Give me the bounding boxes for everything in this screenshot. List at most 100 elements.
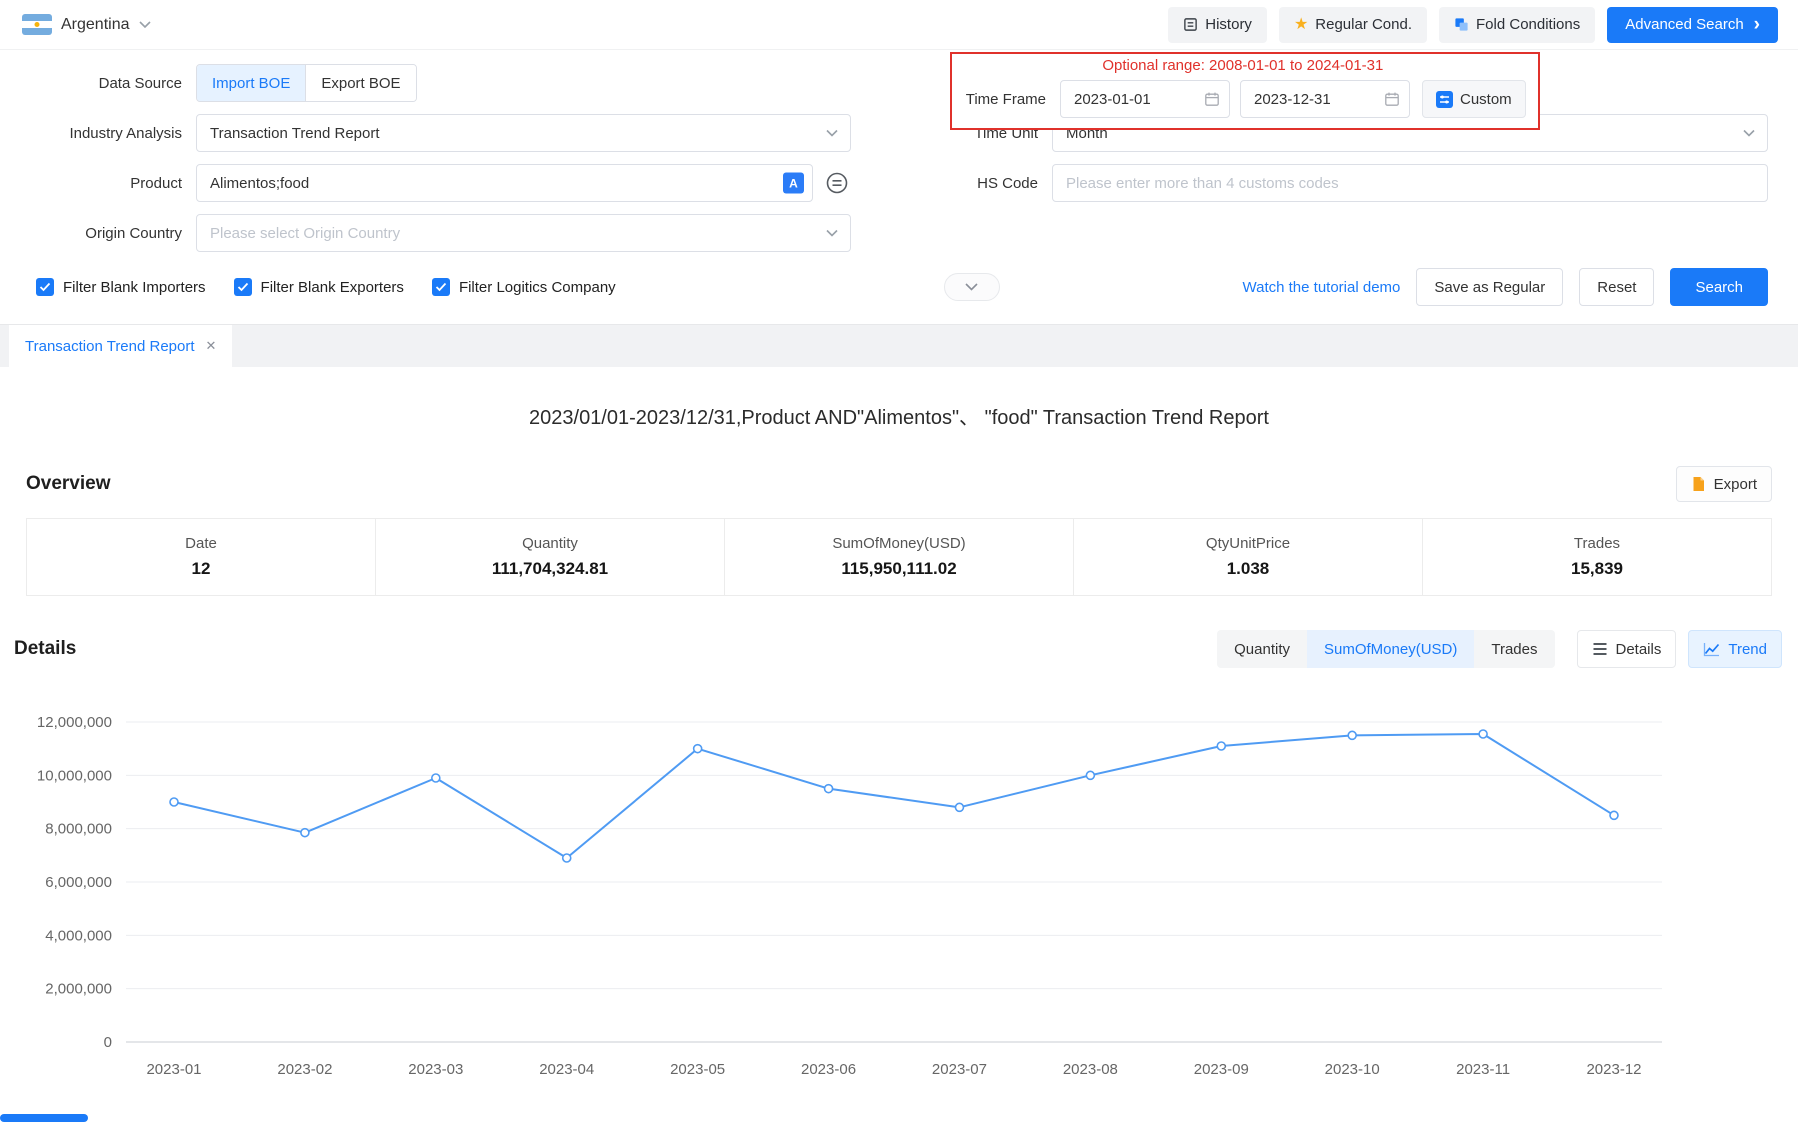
synonym-icon[interactable] (823, 169, 851, 197)
svg-text:8,000,000: 8,000,000 (45, 821, 112, 838)
svg-text:2023-06: 2023-06 (801, 1061, 856, 1078)
chevron-down-icon (826, 130, 838, 137)
end-date-field (1240, 80, 1410, 118)
stat-label: QtyUnitPrice (1206, 535, 1290, 552)
reset-button[interactable]: Reset (1579, 268, 1654, 306)
custom-icon (1436, 91, 1453, 108)
industry-analysis-label: Industry Analysis (0, 125, 196, 142)
star-icon: ★ (1294, 17, 1308, 33)
trend-icon (1703, 642, 1720, 657)
industry-analysis-value: Transaction Trend Report (210, 125, 380, 142)
fold-conditions-label: Fold Conditions (1476, 16, 1580, 33)
svg-text:0: 0 (104, 1034, 112, 1051)
metric-tabs: Quantity SumOfMoney(USD) Trades (1217, 630, 1554, 668)
import-boe-toggle[interactable]: Import BOE (197, 65, 305, 101)
report-tab-bar: Transaction Trend Report ✕ (0, 324, 1798, 367)
form-actions: Watch the tutorial demo Save as Regular … (1243, 268, 1768, 306)
history-button[interactable]: History (1168, 7, 1267, 43)
details-heading: Details (14, 638, 76, 660)
calendar-icon[interactable] (1384, 91, 1400, 107)
argentina-flag-icon (22, 14, 52, 35)
view-toggle-group: Details Trend (1577, 630, 1783, 668)
metric-tab-trades[interactable]: Trades (1474, 630, 1554, 668)
tab-transaction-trend-report[interactable]: Transaction Trend Report ✕ (9, 325, 232, 367)
svg-text:2023-03: 2023-03 (408, 1061, 463, 1078)
custom-label: Custom (1460, 91, 1512, 108)
country-selector[interactable]: Argentina (22, 14, 151, 35)
expand-conditions-button[interactable] (944, 273, 1000, 301)
filter-logistics-company-checkbox[interactable]: Filter Logitics Company (432, 278, 616, 296)
svg-text:10,000,000: 10,000,000 (37, 767, 112, 784)
stat-label: Quantity (522, 535, 578, 552)
metric-tab-sum-of-money[interactable]: SumOfMoney(USD) (1307, 630, 1474, 668)
advanced-search-button[interactable]: Advanced Search › (1607, 7, 1778, 43)
search-button[interactable]: Search (1670, 268, 1768, 306)
product-input[interactable] (196, 164, 813, 202)
translate-icon[interactable]: A (783, 173, 804, 194)
filter-blank-importers-checkbox[interactable]: Filter Blank Importers (36, 278, 206, 296)
regular-cond-label: Regular Cond. (1315, 16, 1412, 33)
metric-tab-quantity[interactable]: Quantity (1217, 630, 1307, 668)
search-filter-form: Optional range: 2008-01-01 to 2024-01-31… (0, 50, 1798, 324)
data-source-toggle: Import BOE Export BOE (196, 64, 417, 102)
stat-label: SumOfMoney(USD) (832, 535, 965, 552)
export-button[interactable]: Export (1676, 466, 1772, 502)
chevron-right-icon: › (1754, 15, 1760, 34)
tutorial-link[interactable]: Watch the tutorial demo (1243, 279, 1401, 296)
svg-text:2023-09: 2023-09 (1194, 1061, 1249, 1078)
trend-view-button[interactable]: Trend (1688, 630, 1782, 668)
fold-conditions-icon (1454, 17, 1469, 32)
export-icon (1691, 476, 1706, 492)
advanced-search-label: Advanced Search (1625, 16, 1743, 33)
stat-value: 115,950,111.02 (841, 559, 956, 579)
details-view-label: Details (1616, 641, 1662, 658)
regular-cond-button[interactable]: ★ Regular Cond. (1279, 7, 1427, 43)
checkbox-checked-icon (432, 278, 450, 296)
filter-blank-exporters-checkbox[interactable]: Filter Blank Exporters (234, 278, 404, 296)
details-view-button[interactable]: Details (1577, 630, 1677, 668)
horizontal-scrollbar-thumb[interactable] (0, 1114, 88, 1122)
hs-code-label: HS Code (952, 175, 1052, 192)
stat-value: 1.038 (1227, 559, 1270, 579)
calendar-icon[interactable] (1204, 91, 1220, 107)
chevron-down-icon (826, 230, 838, 237)
optional-range-text: Optional range: 2008-01-01 to 2024-01-31 (960, 57, 1526, 74)
checkbox-checked-icon (234, 278, 252, 296)
origin-country-select[interactable]: Please select Origin Country (196, 214, 851, 252)
start-date-field (1060, 80, 1230, 118)
hs-code-input[interactable] (1052, 164, 1768, 202)
chevron-down-icon (139, 21, 151, 28)
custom-range-button[interactable]: Custom (1422, 80, 1526, 118)
fold-conditions-button[interactable]: Fold Conditions (1439, 7, 1595, 43)
overview-heading: Overview (26, 473, 111, 495)
chevron-down-icon (1743, 130, 1755, 137)
svg-text:4,000,000: 4,000,000 (45, 927, 112, 944)
trend-chart: 02,000,0004,000,0006,000,0008,000,00010,… (0, 694, 1798, 1096)
stat-qty-unit-price: QtyUnitPrice 1.038 (1073, 519, 1422, 595)
stat-value: 111,704,324.81 (492, 559, 608, 579)
overview-stats-bar: Date 12 Quantity 111,704,324.81 SumOfMon… (26, 518, 1772, 596)
overview-header-row: Overview Export (0, 466, 1798, 502)
stat-sum-of-money: SumOfMoney(USD) 115,950,111.02 (724, 519, 1073, 595)
trend-chart-container: 02,000,0004,000,0006,000,0008,000,00010,… (0, 694, 1798, 1101)
origin-country-placeholder: Please select Origin Country (210, 225, 400, 242)
stat-quantity: Quantity 111,704,324.81 (375, 519, 724, 595)
close-icon[interactable]: ✕ (206, 338, 217, 354)
svg-text:2023-11: 2023-11 (1456, 1061, 1510, 1078)
svg-text:2,000,000: 2,000,000 (45, 981, 112, 998)
stat-date: Date 12 (27, 519, 375, 595)
export-boe-toggle[interactable]: Export BOE (305, 65, 415, 101)
history-icon (1183, 17, 1198, 32)
save-as-regular-button[interactable]: Save as Regular (1416, 268, 1563, 306)
table-icon (1592, 642, 1608, 656)
svg-text:2023-01: 2023-01 (146, 1061, 201, 1078)
svg-text:2023-12: 2023-12 (1586, 1061, 1641, 1078)
top-bar-actions: History ★ Regular Cond. Fold Conditions … (1168, 7, 1778, 43)
report-title: 2023/01/01-2023/12/31,Product AND"Alimen… (0, 401, 1798, 430)
tab-label: Transaction Trend Report (25, 338, 195, 355)
product-label: Product (0, 175, 196, 192)
industry-analysis-select[interactable]: Transaction Trend Report (196, 114, 851, 152)
stat-label: Trades (1574, 535, 1620, 552)
svg-text:12,000,000: 12,000,000 (37, 714, 112, 731)
origin-country-label: Origin Country (0, 225, 196, 242)
